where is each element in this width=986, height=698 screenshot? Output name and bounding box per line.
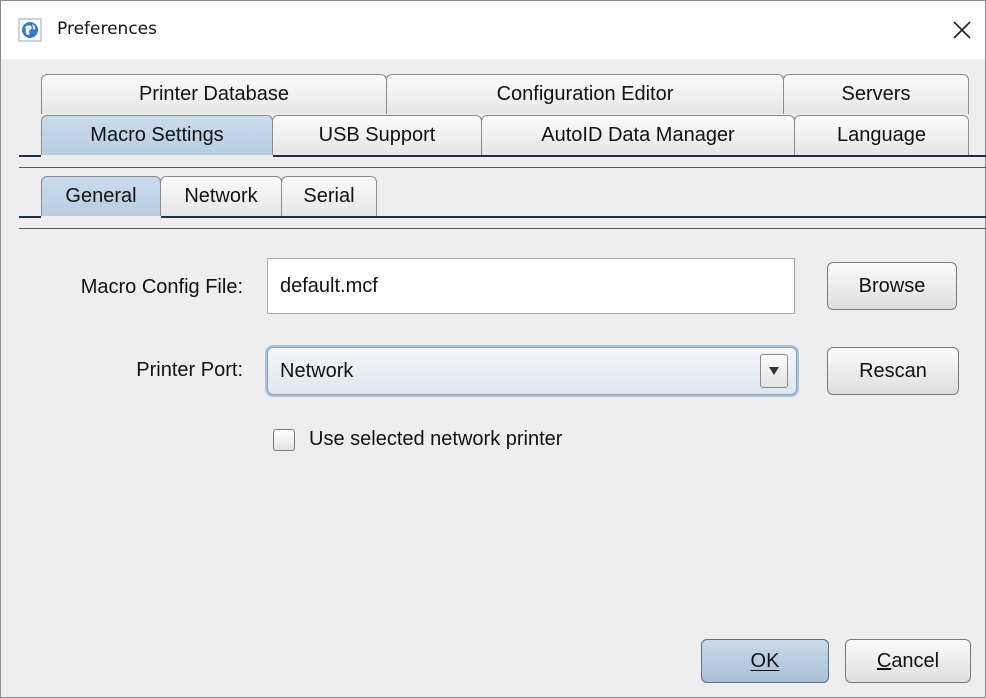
tab-label: Macro Settings [90, 124, 224, 146]
rescan-button-label: Rescan [859, 359, 927, 382]
tab-label: Servers [841, 83, 911, 105]
tab-label: AutoID Data Manager [541, 124, 735, 146]
tab-label: Printer Database [138, 83, 290, 105]
printer-port-select[interactable]: Network [267, 347, 797, 395]
window-title: Preferences [57, 19, 157, 39]
close-icon [953, 21, 971, 39]
cancel-button[interactable]: Cancel [845, 639, 971, 683]
dropdown-button[interactable] [760, 354, 788, 388]
printer-port-label: Printer Port: [136, 359, 243, 381]
subtab-label: Serial [303, 185, 355, 207]
use-network-printer-checkbox[interactable] [273, 429, 295, 451]
ok-button-label: OK [750, 649, 780, 672]
browse-button-label: Browse [858, 274, 926, 297]
tab-configuration-editor[interactable]: Configuration Editor [386, 74, 784, 114]
preferences-dialog: Preferences Printer Database Configurati… [0, 0, 986, 698]
subtab-divider [161, 216, 986, 218]
tab-printer-database[interactable]: Printer Database [41, 74, 387, 114]
tab-usb-support[interactable]: USB Support [272, 115, 482, 155]
macro-config-file-label: Macro Config File: [80, 276, 243, 298]
subtab-network[interactable]: Network [160, 176, 282, 216]
subtab-label: General [65, 185, 137, 207]
tab-label: Configuration Editor [496, 83, 674, 105]
tab-autoid-data-manager[interactable]: AutoID Data Manager [481, 115, 795, 155]
printer-port-value: Network [280, 360, 354, 382]
globe-app-icon [18, 18, 42, 42]
subtab-divider [19, 228, 986, 229]
tab-divider [19, 155, 41, 157]
ok-button[interactable]: OK [701, 639, 829, 683]
use-network-printer-label: Use selected network printer [309, 428, 563, 450]
tab-language[interactable]: Language [794, 115, 969, 155]
cancel-button-label: Cancel [876, 649, 940, 672]
subtab-divider [19, 216, 41, 218]
macro-config-file-input[interactable]: default.mcf [267, 258, 795, 314]
close-button[interactable] [939, 1, 985, 59]
subtab-general[interactable]: General [41, 176, 161, 216]
chevron-down-icon [769, 367, 779, 375]
rescan-button[interactable]: Rescan [827, 347, 959, 395]
subtab-label: Network [184, 185, 258, 207]
title-bar: Preferences [1, 1, 985, 59]
tab-divider [273, 155, 986, 157]
browse-button[interactable]: Browse [827, 262, 957, 310]
tab-servers[interactable]: Servers [783, 74, 969, 114]
tab-divider [19, 167, 986, 168]
subtab-serial[interactable]: Serial [281, 176, 377, 216]
tab-macro-settings[interactable]: Macro Settings [41, 115, 273, 155]
tab-label: Language [837, 124, 926, 146]
tab-label: USB Support [318, 124, 436, 146]
